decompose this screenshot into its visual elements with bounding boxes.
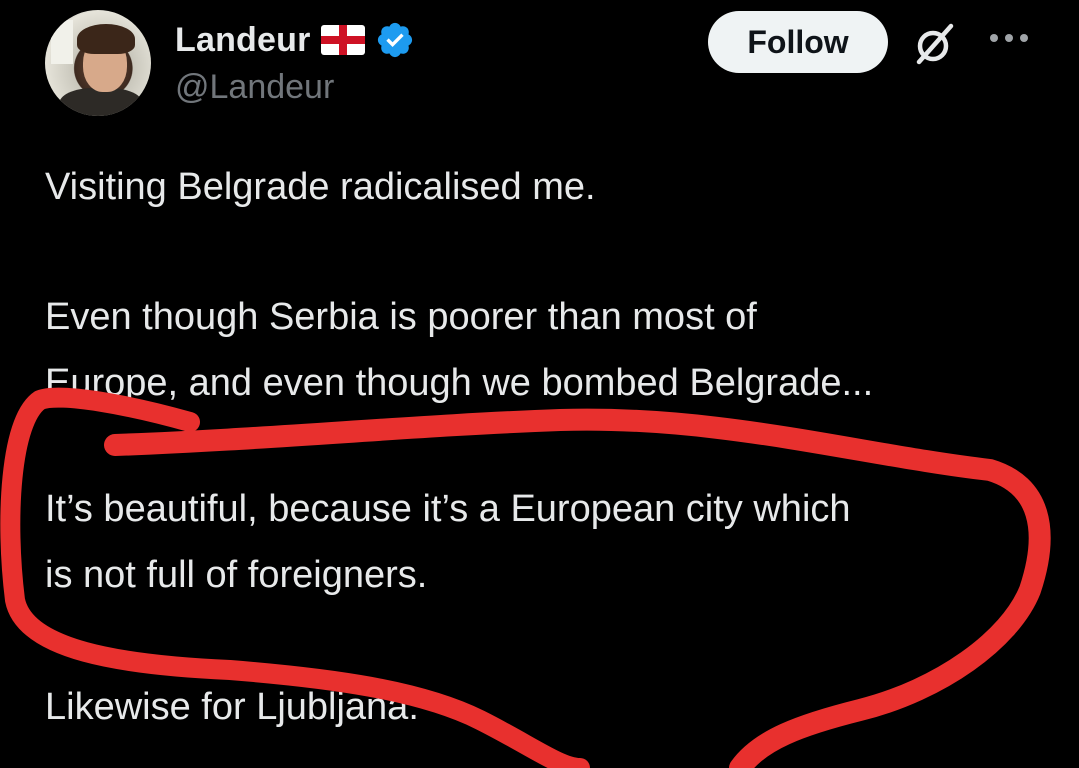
avatar-shirt (59, 88, 143, 116)
verified-badge-icon[interactable] (375, 20, 415, 60)
more-dot (990, 34, 998, 42)
tweet-line: Europe, and even though we bombed Belgra… (45, 362, 874, 404)
tweet-line: It’s beautiful, because it’s a European … (45, 488, 851, 530)
more-dot (1005, 34, 1013, 42)
more-dot (1020, 34, 1028, 42)
england-flag-icon (320, 25, 365, 55)
tweet-header: Landeur @Landeur Follow (45, 10, 1045, 120)
tweet-paragraph-1: Visiting Belgrade radicalised me. (45, 154, 1045, 220)
tweet-paragraph-3: It’s beautiful, because it’s a European … (45, 476, 1045, 608)
tweet-line: Likewise for Ljubljana. (45, 686, 419, 728)
name-row: Landeur (175, 20, 415, 60)
avatar[interactable] (45, 10, 151, 116)
avatar-background (51, 20, 73, 64)
display-name[interactable]: Landeur (175, 21, 311, 60)
user-handle[interactable]: @Landeur (175, 68, 334, 107)
follow-button[interactable]: Follow (708, 11, 888, 73)
more-options-icon[interactable] (990, 28, 1036, 48)
tweet-paragraph-2: Even though Serbia is poorer than most o… (45, 284, 1045, 416)
grok-icon[interactable] (911, 20, 959, 68)
tweet-line: Visiting Belgrade radicalised me. (45, 166, 596, 208)
tweet-paragraph-4: Likewise for Ljubljana. (45, 674, 1045, 740)
tweet: Landeur @Landeur Follow Visiting Belgrad… (0, 0, 1079, 768)
tweet-line: Even though Serbia is poorer than most o… (45, 296, 757, 338)
avatar-hair (77, 24, 135, 54)
tweet-line: is not full of foreigners. (45, 554, 428, 596)
